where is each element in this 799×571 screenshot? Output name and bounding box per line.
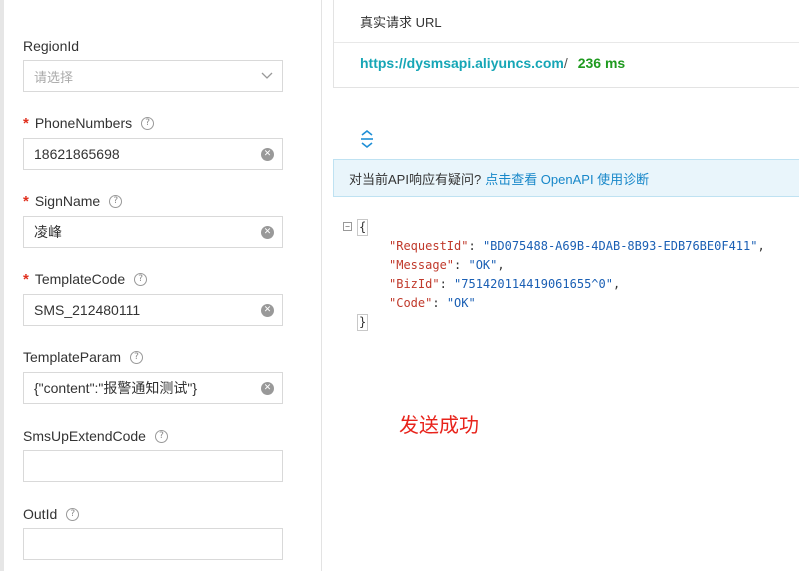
sign-input[interactable]: 凌峰 ✕	[23, 216, 283, 248]
clear-icon[interactable]: ✕	[261, 382, 274, 395]
diagnosis-link[interactable]: 点击查看 OpenAPI 使用诊断	[485, 169, 649, 188]
required-mark: *	[23, 114, 29, 132]
json-sep: ,	[612, 277, 621, 291]
success-annotation: 发送成功	[399, 413, 479, 437]
sign-label-text: SignName	[34, 193, 101, 209]
region-placeholder: 请选择	[34, 69, 74, 85]
sms-up-label: SmsUpExtendCode ?	[23, 427, 168, 445]
help-icon[interactable]: ?	[109, 194, 123, 208]
json-value: "751420114419061655^0"	[454, 277, 613, 291]
out-id-input[interactable]	[23, 528, 283, 560]
template-code-label-text: TemplateCode	[34, 271, 126, 287]
phone-label: * PhoneNumbers ?	[23, 114, 155, 132]
clear-icon[interactable]: ✕	[261, 148, 274, 161]
help-icon[interactable]: ?	[141, 116, 155, 130]
sign-label: * SignName ?	[23, 192, 123, 210]
request-url-line: https://dysmsapi.aliyuncs.com / 236 ms	[360, 55, 625, 71]
clear-icon[interactable]: ✕	[261, 226, 274, 239]
request-url-slash: /	[563, 55, 568, 71]
notice-text: 对当前API响应有疑问?	[349, 171, 482, 187]
request-url-header: 真实请求 URL	[334, 0, 799, 43]
template-param-label: TemplateParam ?	[23, 348, 144, 366]
panel-edge	[0, 0, 4, 571]
collapse-json-icon[interactable]: −	[343, 222, 352, 231]
json-key: "Code"	[389, 296, 433, 310]
json-key: "BizId"	[389, 277, 440, 291]
request-url-title: 真实请求 URL	[360, 14, 442, 30]
json-sep: ,	[497, 258, 505, 272]
request-url-link[interactable]: https://dysmsapi.aliyuncs.com	[360, 55, 564, 71]
required-mark: *	[23, 192, 29, 210]
json-line: "RequestId": "BD075488-A69B-4DAB-8B93-ED…	[389, 239, 765, 253]
help-icon[interactable]: ?	[66, 507, 80, 521]
json-value: "OK"	[446, 296, 476, 310]
expand-collapse-icon[interactable]	[358, 129, 376, 149]
json-key: "Message"	[389, 258, 455, 272]
template-param-input[interactable]: {"content":"报警通知测试"} ✕	[23, 372, 283, 404]
json-open-brace: {	[357, 219, 369, 236]
region-select[interactable]: 请选择	[23, 60, 283, 92]
latency-value: 236 ms	[577, 55, 626, 71]
help-icon[interactable]: ?	[130, 350, 144, 364]
help-icon[interactable]: ?	[154, 429, 168, 443]
template-param-label-text: TemplateParam	[23, 349, 122, 365]
help-icon[interactable]: ?	[134, 272, 148, 286]
region-label-text: RegionId	[23, 38, 80, 54]
out-id-label-text: OutId	[23, 506, 58, 522]
json-key: "RequestId"	[389, 239, 469, 253]
required-mark: *	[23, 270, 29, 288]
template-code-label: * TemplateCode ?	[23, 270, 148, 288]
json-line: "BizId": "751420114419061655^0",	[389, 277, 621, 291]
phone-label-text: PhoneNumbers	[34, 115, 133, 131]
template-code-value: SMS_212480111	[34, 302, 141, 318]
phone-value: 18621865698	[34, 146, 120, 162]
chevron-down-icon	[261, 72, 273, 79]
request-url-card: 真实请求 URL https://dysmsapi.aliyuncs.com /…	[333, 0, 799, 88]
json-line: "Code": "OK"	[389, 296, 476, 310]
json-value: "OK"	[468, 258, 498, 272]
sign-value: 凌峰	[34, 224, 62, 240]
sms-up-input[interactable]	[23, 450, 283, 482]
template-code-input[interactable]: SMS_212480111 ✕	[23, 294, 283, 326]
diagnosis-notice: 对当前API响应有疑问? 点击查看 OpenAPI 使用诊断	[333, 159, 799, 197]
template-param-value: {"content":"报警通知测试"}	[34, 380, 198, 396]
json-close-brace: }	[357, 314, 369, 331]
region-label: RegionId	[23, 37, 79, 55]
json-value: "BD075488-A69B-4DAB-8B93-EDB76BE0F411"	[482, 239, 758, 253]
sms-up-label-text: SmsUpExtendCode	[23, 428, 146, 444]
out-id-label: OutId ?	[23, 505, 80, 523]
phone-input[interactable]: 18621865698 ✕	[23, 138, 283, 170]
json-sep: ,	[757, 239, 765, 253]
json-line: "Message": "OK",	[389, 258, 505, 272]
parameter-form-panel: RegionId 请选择 * PhoneNumbers ? 1862186569…	[0, 0, 322, 571]
clear-icon[interactable]: ✕	[261, 304, 274, 317]
